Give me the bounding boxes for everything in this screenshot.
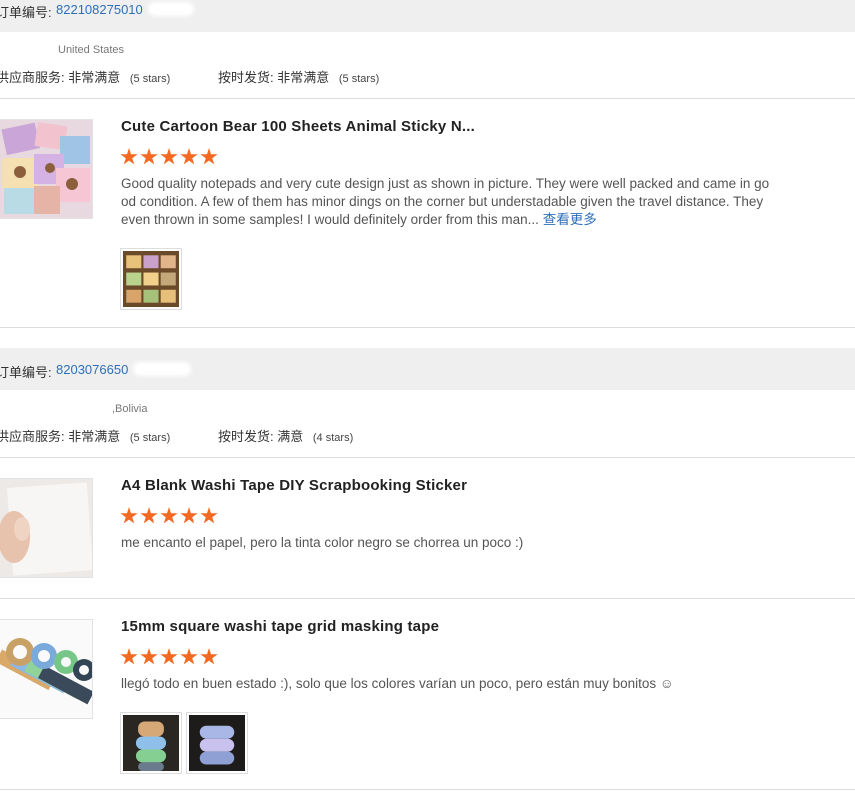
redaction-mark	[133, 362, 191, 376]
divider	[0, 789, 855, 790]
shipping-label: 按时发货:	[218, 70, 274, 85]
divider	[0, 457, 855, 458]
star-icon	[160, 648, 178, 665]
review-text: llegó todo en buen estado :), solo que l…	[121, 676, 674, 691]
divider	[0, 98, 855, 99]
order-number-link[interactable]: 8203076650	[56, 362, 128, 377]
star-icon	[120, 648, 138, 665]
review-body: Good quality notepads and very cute desi…	[121, 176, 770, 227]
seller-ratings: 供应商服务: 非常满意 (5 stars) 按时发货: 非常满意 (5 star…	[0, 67, 379, 86]
product-thumbnail-washi-sticker[interactable]	[0, 478, 93, 578]
shipping-label: 按时发货:	[218, 429, 274, 444]
star-icon	[140, 648, 158, 665]
shipping-stars: (4 stars)	[312, 432, 354, 444]
product-title-link[interactable]: A4 Blank Washi Tape DIY Scrapbooking Sti…	[121, 477, 467, 494]
product-rating-stars	[120, 507, 218, 527]
order-number-label: 订单编号:	[0, 5, 52, 20]
divider	[0, 327, 855, 328]
product-rating-stars	[120, 148, 218, 168]
star-icon	[160, 148, 178, 165]
review-photo[interactable]	[120, 248, 182, 310]
star-icon	[200, 648, 218, 665]
order-number-label: 订单编号:	[0, 365, 52, 380]
shipping-value: 非常满意	[277, 70, 330, 85]
star-icon	[140, 507, 158, 524]
order-header: 订单编号: 822108275010	[0, 0, 855, 32]
star-icon	[160, 507, 178, 524]
shipping-rating: 按时发货: 非常满意 (5 stars)	[218, 67, 379, 86]
review-photo[interactable]	[120, 712, 182, 774]
supplier-service-stars: (5 stars)	[129, 73, 171, 85]
seller-ratings: 供应商服务: 非常满意 (5 stars) 按时发货: 满意 (4 stars)	[0, 426, 353, 445]
star-icon	[140, 148, 158, 165]
redaction-mark	[148, 2, 194, 16]
supplier-service-label: 供应商服务:	[0, 70, 65, 85]
product-thumbnail-notepad[interactable]	[0, 119, 93, 219]
supplier-service-value: 非常满意	[68, 429, 121, 444]
supplier-service-value: 非常满意	[68, 70, 121, 85]
review-text: Good quality notepads and very cute desi…	[121, 175, 771, 229]
order-header: 订单编号: 8203076650	[0, 348, 855, 390]
shipping-rating: 按时发货: 满意 (4 stars)	[218, 426, 353, 445]
star-icon	[180, 507, 198, 524]
supplier-service-label: 供应商服务:	[0, 429, 65, 444]
star-icon	[180, 648, 198, 665]
product-title-link[interactable]: 15mm square washi tape grid masking tape	[121, 618, 439, 635]
shipping-stars: (5 stars)	[338, 73, 380, 85]
buyer-country: United States	[58, 44, 125, 56]
see-more-link[interactable]: 查看更多	[543, 212, 597, 227]
supplier-service-stars: (5 stars)	[129, 432, 171, 444]
star-icon	[180, 148, 198, 165]
review-text: me encanto el papel, pero la tinta color…	[121, 535, 524, 550]
order-number-link[interactable]: 822108275010	[56, 2, 143, 17]
star-icon	[200, 507, 218, 524]
buyer-country: ,Bolivia	[112, 403, 148, 415]
star-icon	[120, 148, 138, 165]
star-icon	[200, 148, 218, 165]
star-icon	[120, 507, 138, 524]
product-title-link[interactable]: Cute Cartoon Bear 100 Sheets Animal Stic…	[121, 118, 475, 135]
product-rating-stars	[120, 648, 218, 668]
review-photo[interactable]	[186, 712, 248, 774]
shipping-value: 满意	[277, 429, 304, 444]
divider	[0, 598, 855, 599]
product-thumbnail-washi-tape[interactable]	[0, 619, 93, 719]
